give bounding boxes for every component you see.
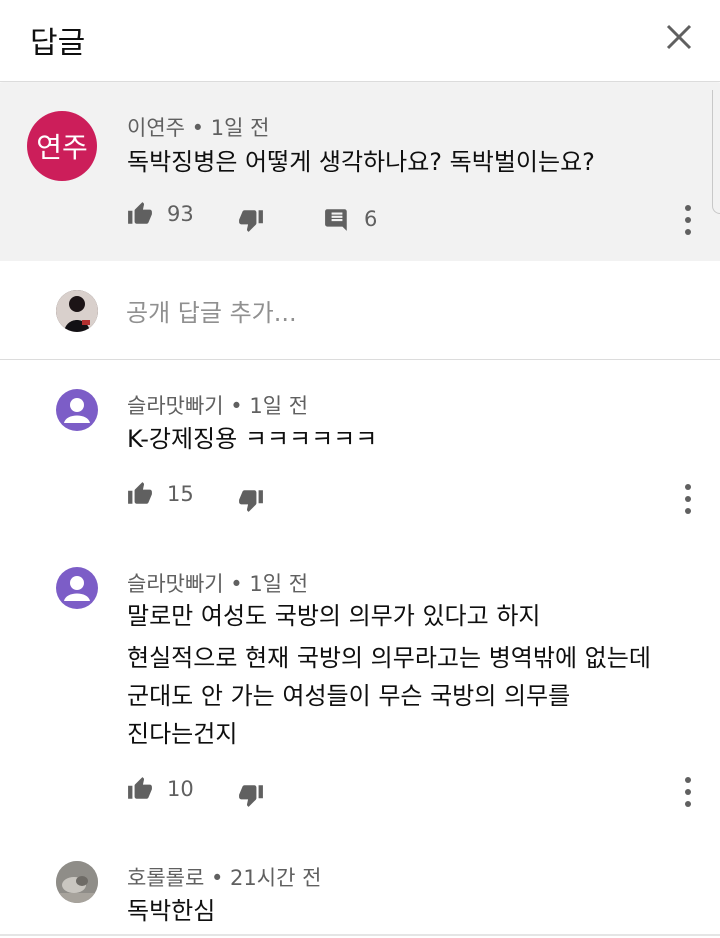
avatar[interactable] [56,389,98,431]
comment-time[interactable]: 1일 전 [249,394,308,418]
dislike-button[interactable] [238,782,264,808]
avatar-initials: 연주 [36,131,88,164]
user-photo [56,861,98,903]
comment-text: K-강제징용 ㅋㅋㅋㅋㅋㅋ [127,425,378,453]
comment-time[interactable]: 1일 전 [249,572,308,596]
comment-meta: 슬라맛빠기 • 1일 전 [127,568,308,598]
user-photo [56,290,98,332]
like-button[interactable]: 93 [127,201,194,227]
thumbs-up-icon [128,777,152,799]
thumbs-up-icon [128,482,152,504]
avatar[interactable] [56,567,98,609]
like-count: 15 [167,482,194,506]
meta-separator: • [230,394,243,418]
more-dot [685,508,691,514]
more-dot [685,229,691,235]
comment-time[interactable]: 21시간 전 [230,866,321,890]
thumbs-down-icon [239,785,263,807]
avatar[interactable]: 연주 [27,111,97,181]
comment-author[interactable]: 슬라맛빠기 [127,572,224,596]
comment-time[interactable]: 1일 전 [211,116,270,140]
add-reply-section: 공개 답글 추가... [0,261,720,360]
comment-text: 독박한심 [127,897,216,925]
divider [0,934,720,936]
comment-icon [325,209,347,231]
comment-text-line: 말로만 여성도 국방의 의무가 있다고 하지 [127,602,541,630]
reply-input[interactable]: 공개 답글 추가... [126,293,297,328]
scroll-indicator [712,90,720,214]
meta-separator: • [230,572,243,596]
close-button[interactable] [660,18,698,56]
comment-author[interactable]: 호롤롤로 [127,866,204,890]
comment-text-line: 진다는건지 [127,720,238,748]
more-options-button[interactable] [680,203,696,237]
more-options-button[interactable] [680,775,696,809]
comment-meta: 호롤롤로 • 21시간 전 [127,862,321,892]
parent-comment: 연주 이연주 • 1일 전 독박징병은 어떻게 생각하나요? 독박벌이는요? 9… [0,83,720,261]
like-button[interactable]: 10 [127,776,194,802]
comment-text-line: 군대도 안 가는 여성들이 무슨 국방의 의무를 [127,682,571,710]
like-count: 93 [167,202,194,226]
default-user-icon [64,576,90,601]
comment-text-line: 현실적으로 현재 국방의 의무라고는 병역밖에 없는데 [127,644,651,672]
comment-author[interactable]: 슬라맛빠기 [127,394,224,418]
comment-author[interactable]: 이연주 [127,116,185,140]
more-dot [685,484,691,490]
more-dot [685,205,691,211]
avatar[interactable] [56,861,98,903]
thumbs-down-icon [239,210,263,232]
more-dot [685,789,691,795]
default-user-icon [64,398,90,423]
dislike-button[interactable] [238,207,264,233]
close-icon[interactable] [660,18,698,56]
meta-separator: • [210,866,224,890]
reply-count: 6 [364,207,378,231]
meta-separator: • [191,116,205,140]
more-dot [685,777,691,783]
more-dot [685,496,691,502]
more-dot [685,801,691,807]
user-avatar [56,290,98,332]
reply-count-button[interactable]: 6 [324,206,377,232]
thumbs-up-icon [128,202,152,224]
page-title: 답글 [30,26,86,61]
dislike-button[interactable] [238,487,264,513]
thumbs-down-icon [239,490,263,512]
more-options-button[interactable] [680,482,696,516]
like-button[interactable]: 15 [127,481,194,507]
comment-meta: 이연주 • 1일 전 [127,112,269,142]
more-dot [685,217,691,223]
like-count: 10 [167,777,194,801]
comment-text: 독박징병은 어떻게 생각하나요? 독박벌이는요? [127,148,595,176]
header-bar: 답글 [0,0,720,82]
comment-meta: 슬라맛빠기 • 1일 전 [127,390,308,420]
